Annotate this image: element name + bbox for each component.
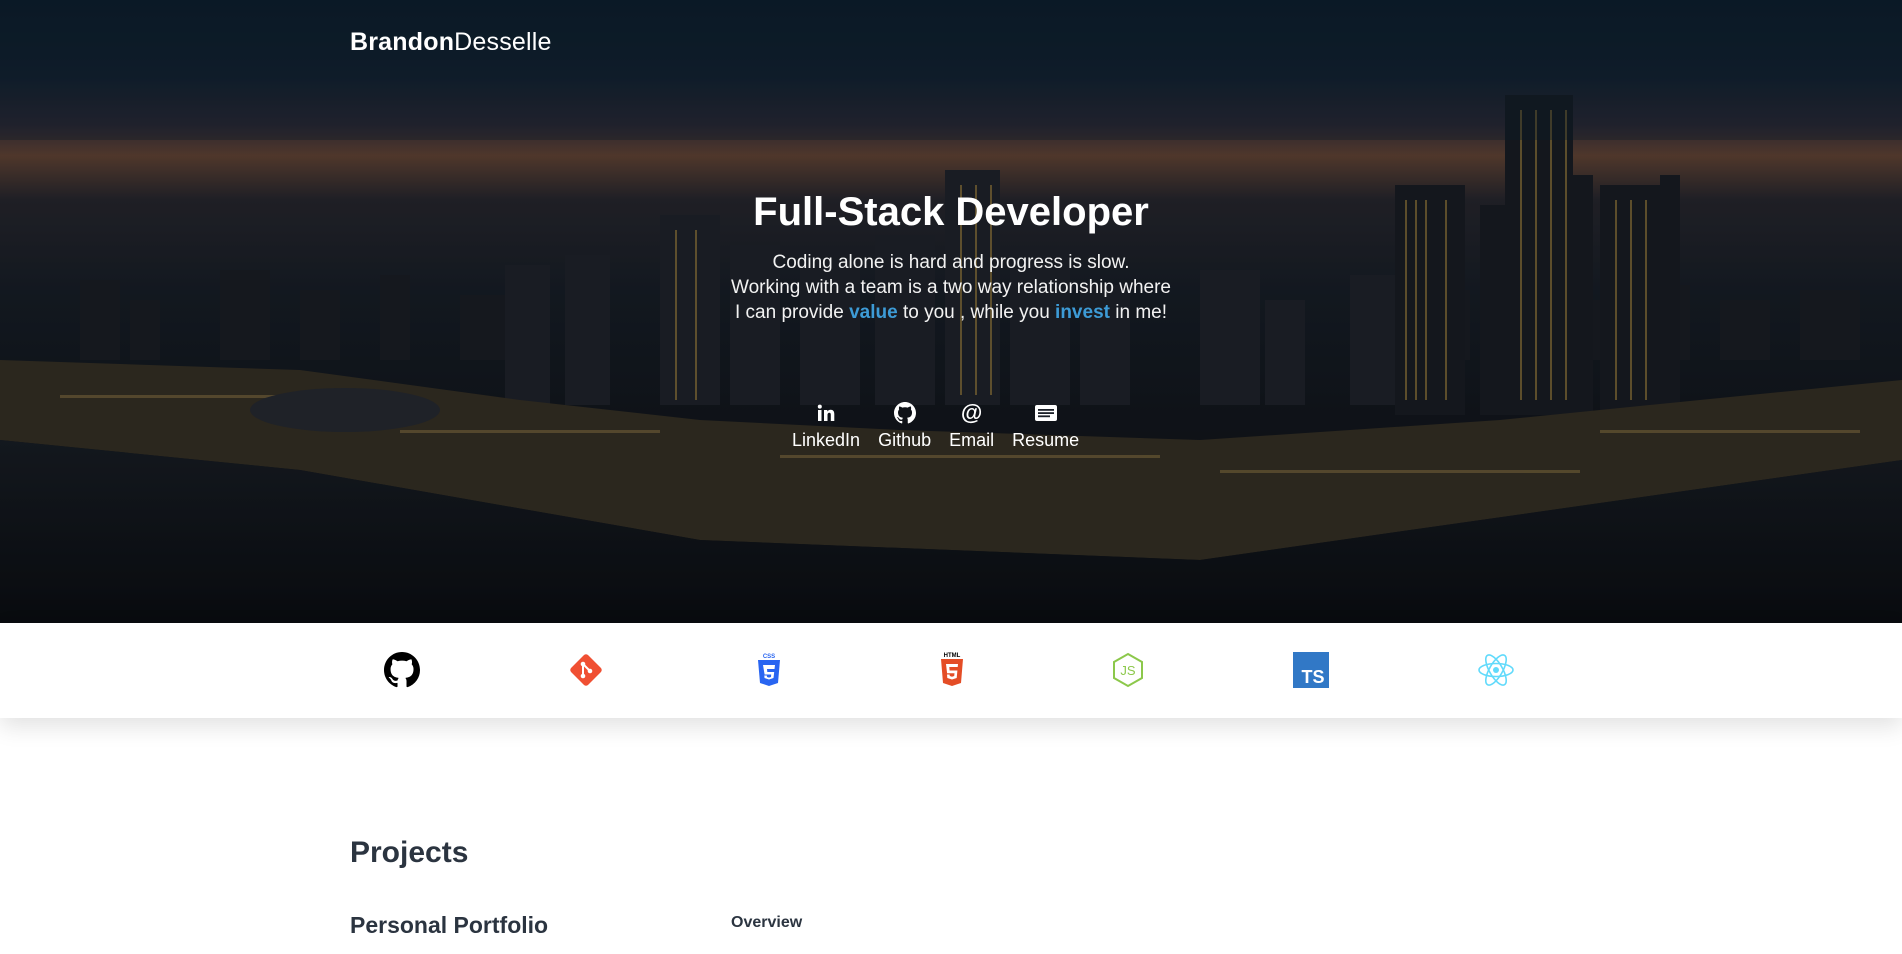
css-label: CSS bbox=[763, 654, 775, 660]
github-icon bbox=[382, 650, 422, 690]
tagline-highlight-invest: invest bbox=[1055, 302, 1110, 323]
typescript-icon: TS bbox=[1291, 650, 1331, 690]
js-label: JS bbox=[1120, 663, 1136, 678]
github-label: Github bbox=[878, 430, 932, 450]
css3-icon: CSS bbox=[749, 650, 789, 690]
github-link[interactable]: Github bbox=[878, 400, 931, 451]
social-links: LinkedIn Github @ Email Resume bbox=[792, 400, 1097, 451]
brand-logo[interactable]: BrandonDesselle bbox=[350, 28, 552, 57]
react-icon bbox=[1476, 650, 1516, 690]
html-label: HTML bbox=[944, 653, 961, 659]
resume-icon bbox=[1034, 400, 1058, 426]
tech-stack-bar: CSS HTML JS TS bbox=[0, 623, 1902, 718]
tagline-line-3: I can provide value to you , while you i… bbox=[0, 300, 1902, 325]
html5-icon: HTML bbox=[932, 650, 972, 690]
hero-section: BrandonDesselle Full-Stack Developer Cod… bbox=[0, 0, 1902, 623]
at-icon: @ bbox=[960, 400, 983, 425]
resume-label: Resume bbox=[1012, 430, 1080, 450]
brand-first-name: Brandon bbox=[350, 28, 455, 56]
tagline-highlight-value: value bbox=[849, 302, 898, 323]
email-link[interactable]: @ Email bbox=[949, 400, 994, 451]
tagline-line-1: Coding alone is hard and progress is slo… bbox=[772, 252, 1130, 273]
git-icon bbox=[566, 650, 606, 690]
brand-last-name: Desselle bbox=[454, 28, 552, 56]
tagline-line-2: Working with a team is a two way relatio… bbox=[730, 277, 1171, 298]
linkedin-label: LinkedIn bbox=[792, 430, 861, 450]
resume-link[interactable]: Resume bbox=[1012, 400, 1079, 451]
email-label: Email bbox=[949, 430, 995, 450]
projects-heading: Projects bbox=[350, 836, 469, 869]
nodejs-icon: JS bbox=[1108, 650, 1148, 690]
ts-label: TS bbox=[1301, 667, 1324, 687]
tagline-text-a: I can provide bbox=[735, 302, 850, 323]
tagline-text-c: in me! bbox=[1109, 302, 1167, 323]
project-title-personal-portfolio[interactable]: Personal Portfolio bbox=[350, 912, 548, 939]
linkedin-icon bbox=[816, 400, 836, 426]
project-overview-label: Overview bbox=[731, 914, 803, 931]
tagline-text-b: to you , while you bbox=[897, 302, 1056, 323]
hero-tagline: Coding alone is hard and progress is slo… bbox=[0, 250, 1902, 325]
linkedin-link[interactable]: LinkedIn bbox=[792, 400, 860, 451]
github-icon bbox=[893, 400, 916, 426]
hero-headline: Full-Stack Developer bbox=[753, 190, 1149, 234]
